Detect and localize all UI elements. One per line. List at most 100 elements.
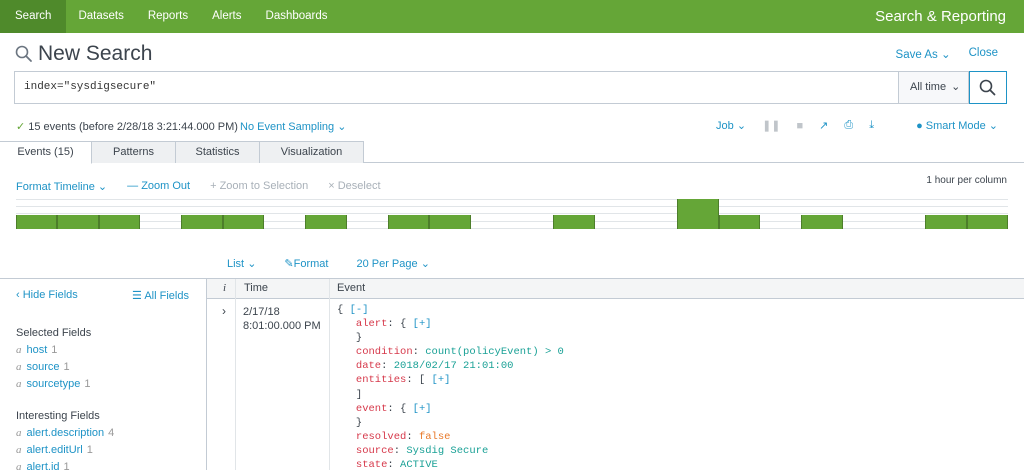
timeline-bar[interactable]: [16, 215, 58, 229]
print-icon[interactable]: ⎙: [844, 119, 853, 132]
close-button[interactable]: Close: [969, 47, 998, 61]
json-value[interactable]: Sysdig Secure: [406, 445, 488, 457]
field-sourcetype[interactable]: a sourcetype 1: [16, 378, 90, 390]
json-key: entities: [355, 374, 407, 387]
nav-datasets[interactable]: Datasets: [66, 0, 135, 33]
timeline-bar[interactable]: [966, 215, 1008, 229]
json-key: source: [355, 444, 394, 457]
fields-sidebar: ‹ Hide Fields ☰ All Fields Selected Fiel…: [0, 278, 207, 470]
json-punct: ]: [355, 388, 363, 401]
chevron-down-icon: ⌄: [988, 120, 998, 132]
event-sampling-dropdown[interactable]: No Event Sampling ⌄: [240, 120, 346, 133]
tab-events[interactable]: Events (15): [0, 141, 92, 164]
search-submit-button[interactable]: [969, 71, 1007, 104]
timeline-bar[interactable]: [305, 215, 347, 229]
all-fields-button[interactable]: ☰ All Fields: [132, 289, 189, 302]
json-punct: :: [412, 346, 426, 359]
expand-toggle[interactable]: [-]: [350, 304, 369, 316]
tab-visualization[interactable]: Visualization: [260, 141, 364, 163]
json-key: event: [355, 402, 388, 415]
event-line: { [-]: [337, 303, 564, 317]
event-timeline[interactable]: [16, 199, 1008, 229]
format-button[interactable]: ✎Format: [284, 257, 328, 270]
timeline-controls: Format Timeline ⌄ — Zoom Out + Zoom to S…: [16, 180, 381, 193]
top-nav: Search Datasets Reports Alerts Dashboard…: [0, 0, 1024, 33]
per-page-dropdown[interactable]: 20 Per Page ⌄: [356, 257, 429, 270]
event-line: entities: [ [+]: [337, 373, 564, 387]
search-icon: [979, 79, 996, 96]
format-timeline-dropdown[interactable]: Format Timeline ⌄: [16, 180, 107, 193]
pause-icon[interactable]: ❚❚: [762, 119, 780, 132]
timeline-bar[interactable]: [718, 215, 760, 229]
pencil-icon: ✎: [284, 258, 294, 270]
timeline-bar[interactable]: [98, 215, 140, 229]
tab-patterns[interactable]: Patterns: [92, 141, 176, 163]
share-icon[interactable]: ↗: [819, 119, 828, 132]
timeline-bar[interactable]: [553, 215, 595, 229]
field-alert-description[interactable]: a alert.description 4: [16, 427, 114, 439]
time-column-header[interactable]: Time: [244, 279, 268, 299]
json-punct: :: [381, 360, 394, 373]
lightbulb-icon: ●: [916, 120, 923, 132]
nav-reports[interactable]: Reports: [136, 0, 200, 33]
deselect-button[interactable]: × Deselect: [328, 180, 380, 193]
export-icon[interactable]: ⤓: [869, 119, 874, 132]
timeline-bar[interactable]: [429, 215, 471, 229]
timeline-bar[interactable]: [801, 215, 843, 229]
json-boolean[interactable]: false: [419, 431, 451, 443]
expand-row-icon[interactable]: ›: [222, 304, 226, 318]
timeline-bar[interactable]: [388, 215, 430, 229]
page-title: New Search: [38, 42, 153, 65]
hide-fields-button[interactable]: ‹ Hide Fields: [16, 289, 78, 301]
expand-toggle[interactable]: [+]: [432, 374, 451, 386]
tab-statistics[interactable]: Statistics: [176, 141, 260, 163]
expand-toggle[interactable]: [+]: [413, 403, 432, 415]
list-view-dropdown[interactable]: List ⌄: [227, 257, 256, 270]
field-alert-editurl[interactable]: a alert.editUrl 1: [16, 444, 93, 456]
results-table: i Time Event › 2/17/18 8:01:00.000 PM { …: [207, 278, 1024, 470]
json-key: alert: [355, 318, 388, 331]
interesting-fields-heading: Interesting Fields: [16, 410, 100, 422]
chevron-down-icon: ⌄: [736, 120, 747, 132]
column-divider: [329, 279, 330, 470]
json-key: state: [355, 459, 388, 470]
json-value[interactable]: 2018/02/17 21:01:00: [394, 360, 514, 372]
chevron-down-icon: ⌄: [420, 258, 430, 270]
event-line: alert: { [+]: [337, 317, 564, 331]
chevron-down-icon: ⌄: [337, 121, 347, 133]
search-mode-dropdown[interactable]: ● Smart Mode ⌄: [916, 119, 998, 132]
column-divider: [235, 279, 236, 470]
json-value[interactable]: count(policyEvent) > 0: [425, 346, 564, 358]
page-header: New Search: [14, 42, 152, 66]
job-menu[interactable]: Job ⌄: [716, 119, 746, 132]
title-actions: Save As ⌄ Close: [896, 47, 998, 61]
event-line: source: Sysdig Secure: [337, 444, 564, 458]
zoom-out-button[interactable]: — Zoom Out: [127, 180, 190, 193]
field-host[interactable]: a host 1: [16, 344, 57, 356]
json-punct: : [: [406, 374, 432, 387]
info-column-header: i: [223, 282, 227, 294]
timeline-gridline: [16, 228, 1008, 229]
save-as-button[interactable]: Save As ⌄: [896, 47, 951, 61]
search-icon: [14, 44, 34, 64]
stop-icon[interactable]: ■: [797, 120, 804, 132]
timeline-bar[interactable]: [181, 215, 223, 229]
event-column-header: Event: [337, 282, 366, 294]
timeline-bar[interactable]: [57, 215, 99, 229]
expand-toggle[interactable]: [+]: [413, 318, 432, 330]
event-line: condition: count(policyEvent) > 0: [337, 345, 564, 359]
field-source[interactable]: a source 1: [16, 361, 70, 373]
search-input[interactable]: index="sysdigsecure": [24, 81, 156, 93]
nav-dashboards[interactable]: Dashboards: [254, 0, 340, 33]
timeline-bar[interactable]: [222, 215, 264, 229]
job-toolbar: Job ⌄ ❚❚ ■ ↗ ⎙ ⤓ ● Smart Mode ⌄: [716, 119, 998, 132]
field-alert-id[interactable]: a alert.id 1: [16, 461, 70, 470]
timeline-bar[interactable]: [677, 199, 719, 229]
timeline-bar[interactable]: [925, 215, 967, 229]
zoom-to-selection-button[interactable]: + Zoom to Selection: [210, 180, 308, 193]
time-range-picker[interactable]: All time ⌄: [898, 71, 969, 104]
nav-search[interactable]: Search: [0, 0, 67, 33]
nav-alerts[interactable]: Alerts: [200, 0, 253, 33]
json-value[interactable]: ACTIVE: [400, 459, 438, 470]
chevron-down-icon: ⌄: [247, 258, 257, 270]
